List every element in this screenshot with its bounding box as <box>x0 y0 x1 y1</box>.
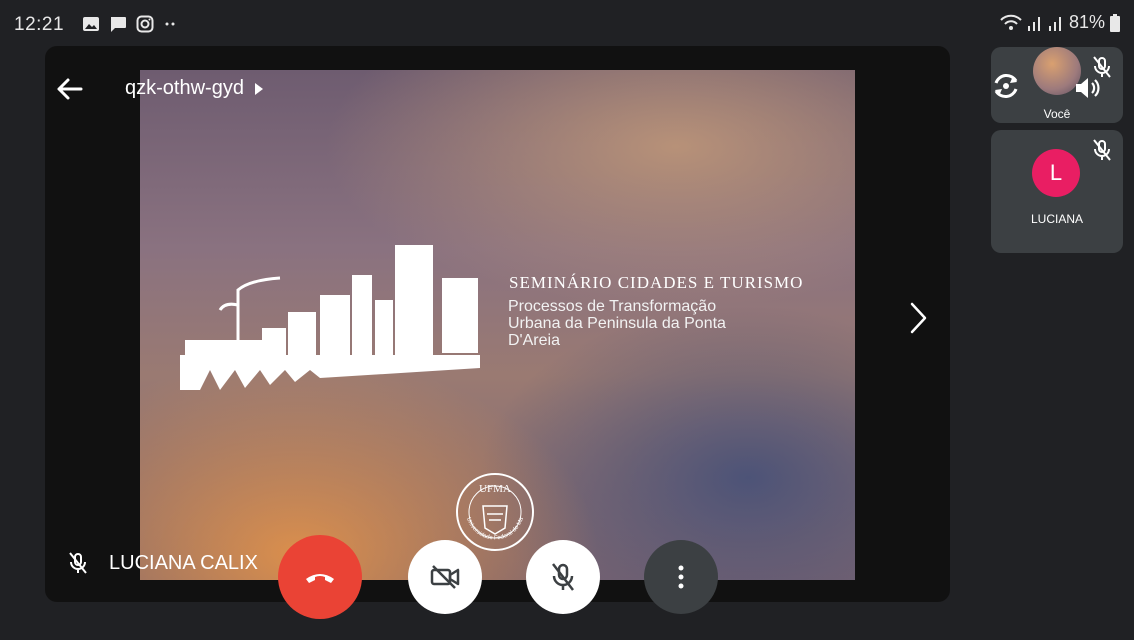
presentation-slide: SEMINÁRIO CIDADES E TURISMO Processos de… <box>140 70 855 580</box>
next-slide-chevron-icon[interactable] <box>903 298 933 338</box>
instagram-icon <box>136 15 154 33</box>
mic-off-icon <box>552 563 574 591</box>
battery-icon <box>1110 13 1120 32</box>
presenter-name: LUCIANA CALIX <box>109 551 258 574</box>
slide-subtitle-line: Urbana da Peninsula da Ponta <box>508 315 726 332</box>
slide-title: SEMINÁRIO CIDADES E TURISMO <box>509 273 804 292</box>
gallery-icon <box>83 17 99 31</box>
meeting-code-button[interactable]: qzk-othw-gyd <box>125 77 264 100</box>
ufma-seal: UFMA Universidade Federal do Maranhão <box>453 470 534 551</box>
participant-tile[interactable]: L LUCIANA <box>991 130 1123 253</box>
mic-off-icon <box>1093 56 1111 78</box>
participant-name: Você <box>1043 107 1071 121</box>
mic-toggle-button[interactable] <box>526 540 600 614</box>
end-call-button[interactable] <box>278 535 362 619</box>
participant-name: LUCIANA <box>1030 212 1083 226</box>
presenter-label: LUCIANA CALIX <box>67 551 258 575</box>
message-icon <box>111 16 126 32</box>
status-bar: 12:21 81% <box>0 0 1134 42</box>
battery-percent: 81% <box>1068 12 1105 32</box>
camera-toggle-button[interactable] <box>408 540 482 614</box>
more-vert-icon <box>678 565 684 589</box>
meeting-code: qzk-othw-gyd <box>125 77 244 99</box>
city-bridge-logo <box>180 245 480 390</box>
signal-icon <box>1048 16 1061 31</box>
signal-icon <box>1027 16 1040 31</box>
more-dots-icon <box>165 22 175 26</box>
slide-subtitle-line: Processos de Transformação <box>508 298 717 315</box>
hang-up-icon <box>306 574 334 583</box>
back-arrow-icon[interactable] <box>51 71 87 107</box>
slide-subtitle-line: D'Areia <box>508 332 560 349</box>
avatar: L <box>1032 149 1080 197</box>
more-options-button[interactable] <box>644 540 718 614</box>
seal-text: UFMA <box>479 483 511 495</box>
switch-camera-icon[interactable] <box>989 69 1023 103</box>
status-time: 12:21 <box>14 14 65 35</box>
slide-subtitle: Processos de Transformação Urbana da Pen… <box>508 298 798 349</box>
main-stage: SEMINÁRIO CIDADES E TURISMO Processos de… <box>45 46 950 602</box>
caret-right-icon <box>254 82 263 95</box>
mic-off-icon <box>1093 139 1111 161</box>
wifi-icon <box>1000 14 1022 30</box>
camera-off-icon <box>430 565 460 589</box>
self-tile[interactable]: Você <box>991 47 1123 123</box>
mic-off-icon <box>69 552 87 574</box>
